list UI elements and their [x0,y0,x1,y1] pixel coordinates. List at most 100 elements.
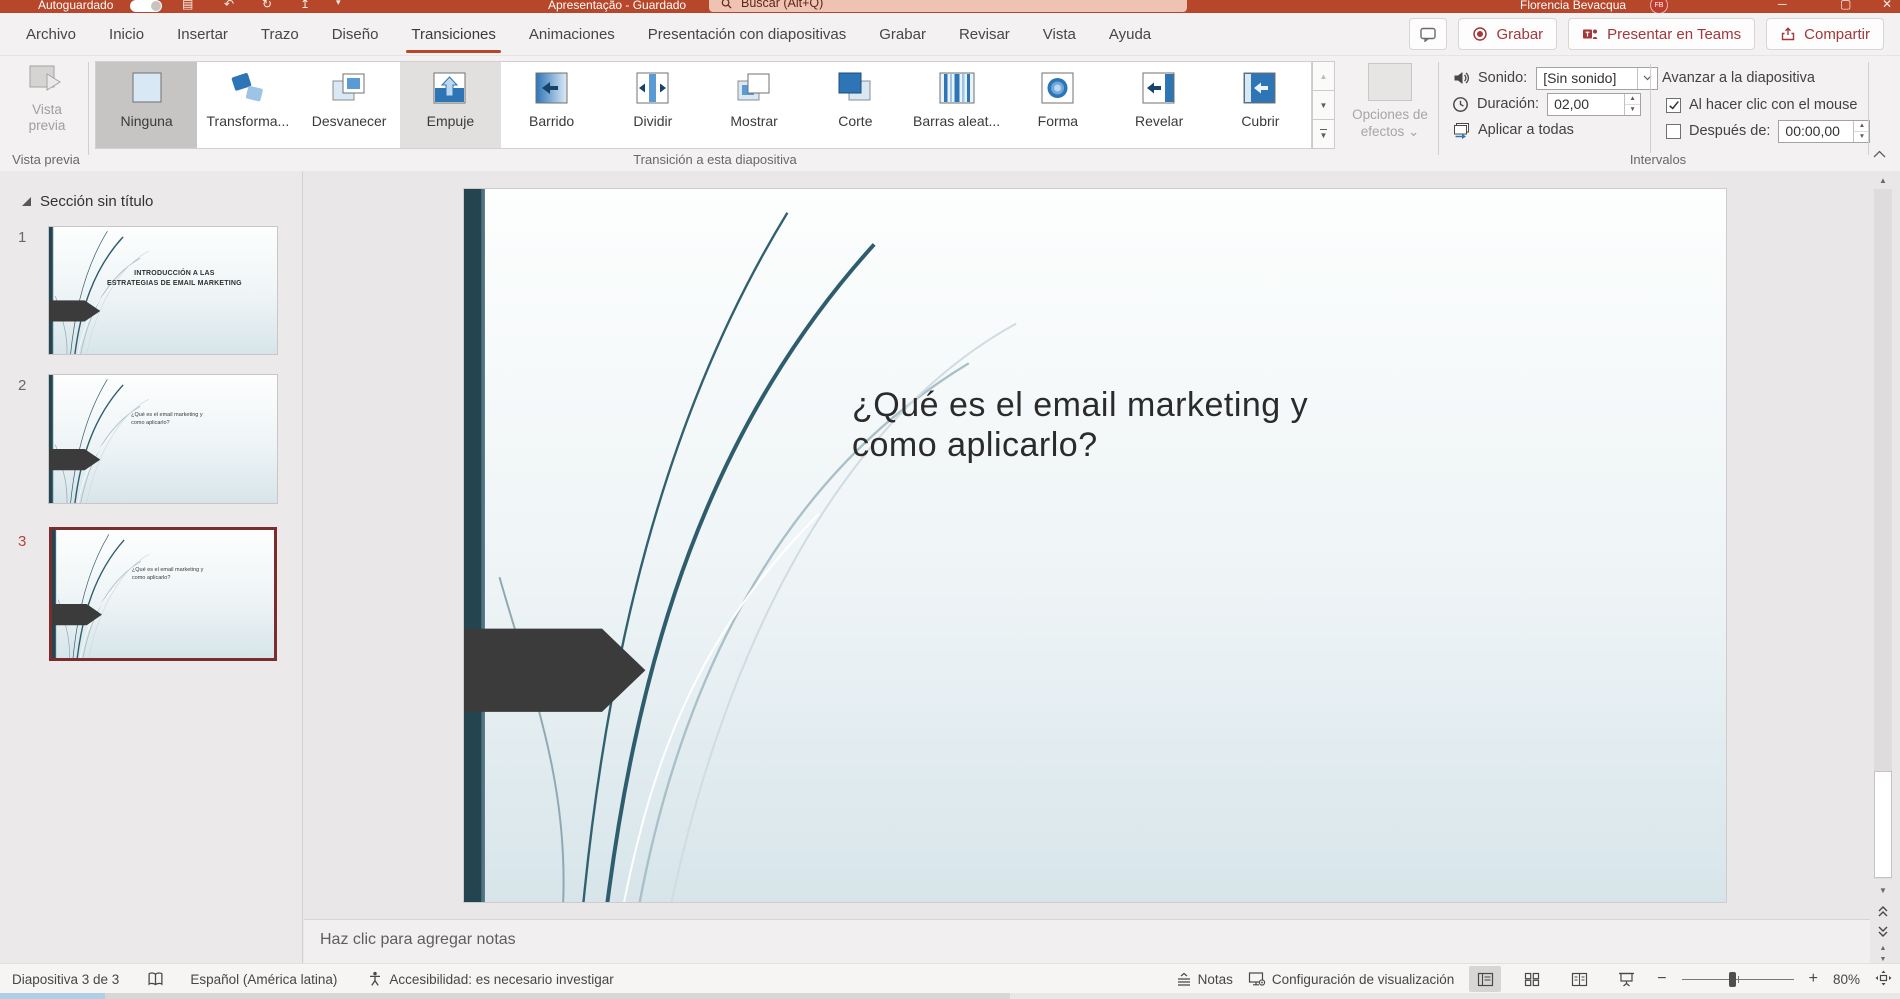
share-button[interactable]: Compartir [1766,18,1884,50]
fit-to-window-button[interactable] [1875,970,1892,989]
dropdown-chevron-icon[interactable] [1637,68,1657,89]
autosave-toggle[interactable] [130,0,162,12]
spellcheck-book-icon[interactable] [147,971,164,988]
normal-view-icon [1477,972,1494,987]
zoom-slider-tick [1738,976,1739,983]
gallery-more-button[interactable]: ▼ [1312,120,1335,149]
on-click-checkbox[interactable] [1666,98,1681,113]
transition-transforma[interactable]: Transforma... [197,62,298,148]
close-icon[interactable]: ✕ [1882,0,1892,11]
tab-vista[interactable]: Vista [1043,26,1076,43]
slide-title-line-2: como aplicarlo? [852,425,1372,465]
maximize-icon[interactable]: ▢ [1840,0,1851,11]
transition-corte[interactable]: Corte [805,62,906,148]
transition-barras[interactable]: Barras aleat... [906,62,1007,148]
notes-toggle[interactable]: Notas [1176,972,1233,987]
transition-empuje[interactable]: Empuje [400,62,501,148]
apply-all-button[interactable]: Aplicar a todas [1452,118,1574,142]
notes-scroll-up[interactable]: ▲ [1872,943,1894,953]
undo-icon[interactable]: ↶ [224,0,234,11]
gallery-scroll-down[interactable]: ▼ [1312,91,1335,120]
transition-forma[interactable]: Forma [1007,62,1108,148]
sound-dropdown[interactable]: [Sin sonido] [1536,67,1658,90]
slide-number: 3 [18,533,26,550]
qat-chevron-icon[interactable]: ▾ [336,0,341,8]
slide-thumbnail-3[interactable]: ¿Qué es el email marketing y como aplica… [49,527,277,661]
zoom-slider[interactable] [1682,971,1794,987]
notes-pane[interactable]: Haz clic para agregar notas [304,919,1870,964]
minimize-icon[interactable]: ─ [1778,0,1787,11]
transition-mostrar[interactable]: Mostrar [704,62,805,148]
tab-revisar[interactable]: Revisar [959,26,1010,43]
zoom-in-button[interactable]: + [1809,970,1818,988]
tab-diseno[interactable]: Diseño [332,26,379,43]
spin-up-icon[interactable]: ▲ [1625,94,1640,105]
view-normal-button[interactable] [1469,966,1501,992]
slide-title-textbox[interactable]: ¿Qué es el email marketing y como aplica… [852,385,1372,465]
view-slideshow-button[interactable] [1610,966,1642,992]
transition-label: Ninguna [121,113,173,129]
after-spinner[interactable]: 00:00,00 ▲▼ [1778,120,1870,143]
tab-transiciones[interactable]: Transiciones [411,26,495,43]
tab-animaciones[interactable]: Animaciones [529,26,615,43]
slide-thumbnail-1[interactable]: INTRODUCCIÓN A LAS ESTRATEGIAS DE EMAIL … [49,227,277,354]
record-icon [1472,26,1488,42]
slide-number: 1 [18,229,26,246]
zoom-level[interactable]: 80% [1833,972,1860,987]
after-checkbox[interactable] [1666,124,1681,139]
transition-dividir[interactable]: Dividir [602,62,703,148]
duration-spinner[interactable]: 02,00 ▲▼ [1547,93,1641,116]
scrollbar-thumb[interactable] [1874,771,1892,878]
tab-archivo[interactable]: Archivo [26,26,76,43]
previous-slide-button[interactable] [1872,901,1894,920]
tab-insertar[interactable]: Insertar [177,26,228,43]
collapse-ribbon-button[interactable] [1873,145,1886,163]
scroll-down-arrow[interactable]: ▼ [1872,881,1894,899]
timing-inner-divider [1650,64,1651,153]
zoom-out-button[interactable]: − [1657,970,1666,988]
status-bar: Diapositiva 3 de 3 Español (América lati… [0,963,1900,994]
transition-gallery: Ninguna Transforma... Desvanecer [95,61,1312,149]
sound-value: [Sin sonido] [1537,70,1637,86]
user-name[interactable]: Florencia Bevacqua [1520,0,1626,12]
language-selector[interactable]: Español (América latina) [190,972,337,987]
present-in-teams-button[interactable]: Presentar en Teams [1568,18,1755,50]
comments-button[interactable] [1409,18,1447,50]
spin-down-icon[interactable]: ▼ [1625,105,1640,115]
slide-thumbnail-2[interactable]: ¿Qué es el email marketing y como aplica… [49,375,277,503]
next-slide-button[interactable] [1872,922,1894,941]
notes-placeholder: Haz clic para agregar notas [320,931,516,949]
group-label-timing: Intervalos [1448,152,1868,167]
tab-ayuda[interactable]: Ayuda [1109,26,1151,43]
zoom-slider-thumb[interactable] [1729,972,1736,987]
tab-presentacion[interactable]: Presentación con diapositivas [648,26,846,43]
scroll-up-arrow[interactable]: ▲ [1872,171,1894,189]
tab-trazo[interactable]: Trazo [261,26,299,43]
sound-icon [1452,70,1471,86]
save-icon[interactable]: ▤ [182,0,193,11]
transition-cubrir[interactable]: Cubrir [1210,62,1311,148]
section-header[interactable]: Sección sin título [22,193,153,210]
taskbar-segment [0,993,105,999]
display-settings-button[interactable]: Configuración de visualización [1248,971,1454,987]
view-slide-sorter-button[interactable] [1516,966,1548,992]
advance-on-click-option[interactable]: Al hacer clic con el mouse [1666,93,1857,117]
transition-none-icon [124,69,170,107]
tab-grabar[interactable]: Grabar [879,26,926,43]
transition-desvanecer[interactable]: Desvanecer [299,62,400,148]
comment-icon [1419,26,1437,42]
transition-barrido[interactable]: Barrido [501,62,602,148]
slide-canvas[interactable]: ¿Qué es el email marketing y como aplica… [464,189,1726,902]
tab-inicio[interactable]: Inicio [109,26,144,43]
search-box[interactable]: Buscar (Alt+Q) [709,0,1187,12]
double-chevron-up-icon [1877,905,1889,917]
record-button[interactable]: Grabar [1458,18,1557,50]
spinner-arrows[interactable]: ▲▼ [1624,94,1640,115]
transition-ninguna[interactable]: Ninguna [96,62,197,148]
redo-icon[interactable]: ↻ [262,0,272,11]
transition-revelar[interactable]: Revelar [1109,62,1210,148]
start-presentation-icon[interactable]: ↥ [300,0,310,11]
view-reading-button[interactable] [1563,966,1595,992]
accessibility-status[interactable]: Accesibilidad: es necesario investigar [367,971,613,987]
avatar[interactable]: FB [1650,0,1668,13]
